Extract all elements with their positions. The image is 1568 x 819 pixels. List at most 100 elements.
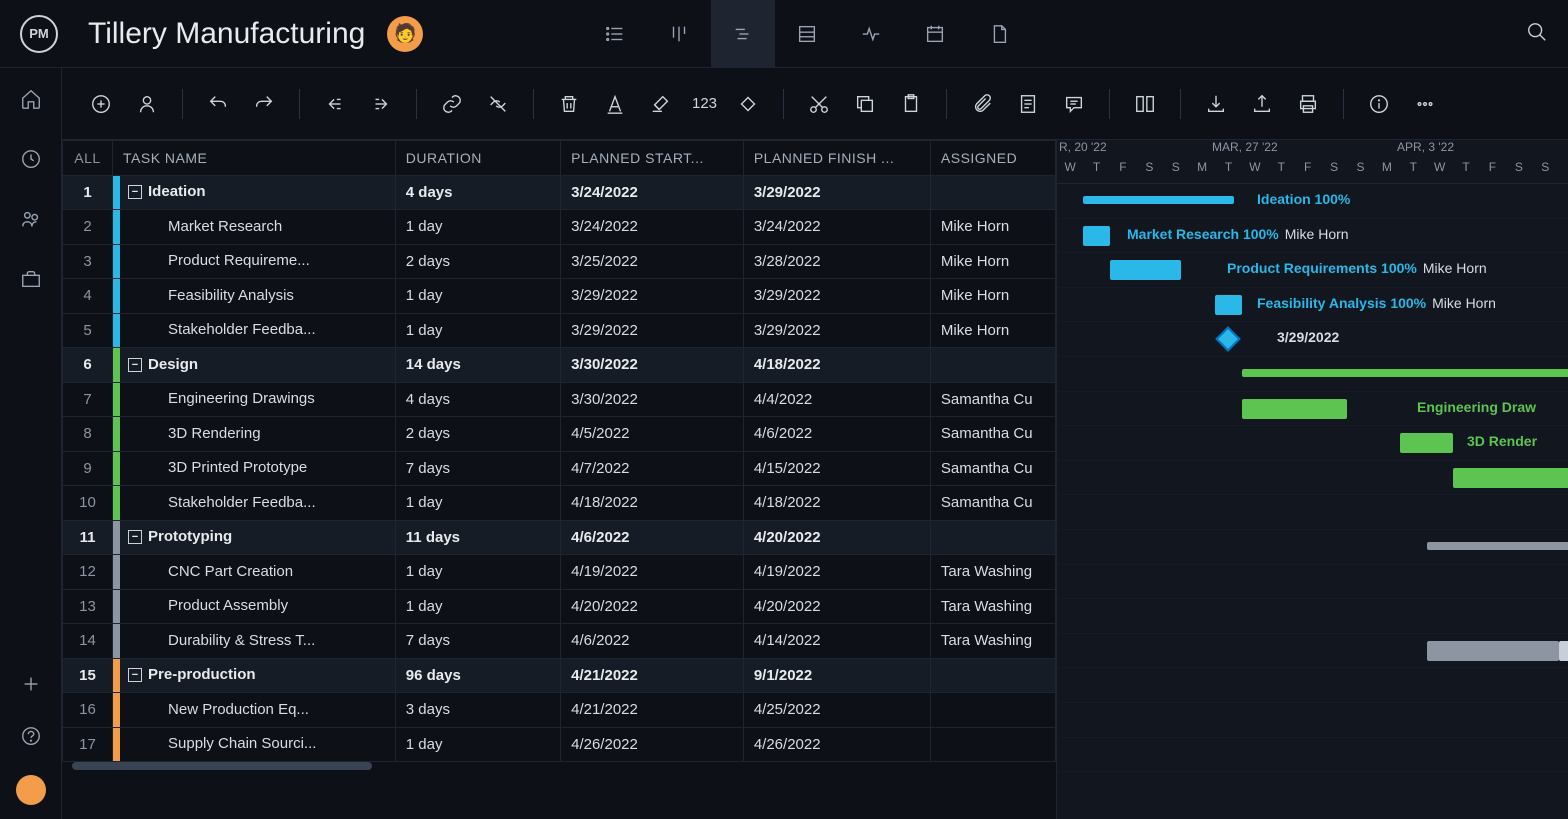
- finish-cell[interactable]: 3/29/2022: [743, 175, 930, 210]
- project-title[interactable]: Tillery Manufacturing: [88, 17, 365, 51]
- finish-cell[interactable]: 4/4/2022: [743, 382, 930, 417]
- duration-cell[interactable]: 1 day: [395, 210, 560, 245]
- assigned-cell[interactable]: [930, 727, 1055, 762]
- finish-cell[interactable]: 4/15/2022: [743, 451, 930, 486]
- task-row[interactable]: 7 Engineering Drawings 4 days 3/30/2022 …: [63, 382, 1056, 417]
- task-row[interactable]: 4 Feasibility Analysis 1 day 3/29/2022 3…: [63, 279, 1056, 314]
- task-name-cell[interactable]: Supply Chain Sourci...: [113, 727, 396, 762]
- assigned-cell[interactable]: Mike Horn: [930, 279, 1055, 314]
- start-cell[interactable]: 3/29/2022: [561, 313, 744, 348]
- start-cell[interactable]: 4/21/2022: [561, 658, 744, 693]
- assigned-cell[interactable]: Mike Horn: [930, 313, 1055, 348]
- add-icon[interactable]: [18, 671, 44, 697]
- duration-cell[interactable]: 1 day: [395, 727, 560, 762]
- col-all[interactable]: ALL: [63, 141, 113, 176]
- task-row[interactable]: 13 Product Assembly 1 day 4/20/2022 4/20…: [63, 589, 1056, 624]
- assigned-cell[interactable]: Tara Washing: [930, 555, 1055, 590]
- collapse-icon[interactable]: −: [128, 530, 142, 544]
- import-button[interactable]: [1201, 89, 1231, 119]
- assigned-cell[interactable]: [930, 175, 1055, 210]
- task-grid[interactable]: ALL TASK NAME DURATION PLANNED START... …: [62, 140, 1057, 819]
- duration-cell[interactable]: 2 days: [395, 244, 560, 279]
- duration-cell[interactable]: 1 day: [395, 555, 560, 590]
- start-cell[interactable]: 4/21/2022: [561, 693, 744, 728]
- info-button[interactable]: [1364, 89, 1394, 119]
- gantt-bar[interactable]: [1110, 260, 1181, 280]
- start-cell[interactable]: 4/19/2022: [561, 555, 744, 590]
- start-cell[interactable]: 4/18/2022: [561, 486, 744, 521]
- duration-cell[interactable]: 1 day: [395, 313, 560, 348]
- assigned-cell[interactable]: Tara Washing: [930, 624, 1055, 659]
- user-avatar[interactable]: [16, 775, 46, 805]
- assigned-cell[interactable]: [930, 658, 1055, 693]
- task-name-cell[interactable]: −Prototyping: [113, 520, 396, 555]
- view-pulse[interactable]: [839, 0, 903, 68]
- view-board[interactable]: [647, 0, 711, 68]
- text-style-button[interactable]: [600, 89, 630, 119]
- help-icon[interactable]: [18, 723, 44, 749]
- add-task-button[interactable]: [86, 89, 116, 119]
- task-name-cell[interactable]: CNC Part Creation: [113, 555, 396, 590]
- team-icon[interactable]: [18, 206, 44, 232]
- finish-cell[interactable]: 4/20/2022: [743, 520, 930, 555]
- undo-button[interactable]: [203, 89, 233, 119]
- task-row[interactable]: 12 CNC Part Creation 1 day 4/19/2022 4/1…: [63, 555, 1056, 590]
- duration-cell[interactable]: 11 days: [395, 520, 560, 555]
- start-cell[interactable]: 4/7/2022: [561, 451, 744, 486]
- paste-button[interactable]: [896, 89, 926, 119]
- task-name-cell[interactable]: Product Requireme...: [113, 244, 396, 279]
- gantt-bar[interactable]: [1453, 468, 1568, 488]
- assigned-cell[interactable]: Samantha Cu: [930, 417, 1055, 452]
- milestone-icon[interactable]: [1216, 327, 1241, 352]
- start-cell[interactable]: 3/30/2022: [561, 348, 744, 383]
- task-name-cell[interactable]: −Design: [113, 348, 396, 383]
- task-name-cell[interactable]: Stakeholder Feedba...: [113, 486, 396, 521]
- start-cell[interactable]: 4/20/2022: [561, 589, 744, 624]
- task-name-cell[interactable]: Market Research: [113, 210, 396, 245]
- view-gantt[interactable]: [711, 0, 775, 68]
- finish-cell[interactable]: 9/1/2022: [743, 658, 930, 693]
- task-row[interactable]: 6 −Design 14 days 3/30/2022 4/18/2022: [63, 348, 1056, 383]
- finish-cell[interactable]: 4/18/2022: [743, 486, 930, 521]
- gantt-bar[interactable]: [1400, 433, 1453, 453]
- view-calendar[interactable]: [903, 0, 967, 68]
- indent-button[interactable]: [366, 89, 396, 119]
- task-row[interactable]: 9 3D Printed Prototype 7 days 4/7/2022 4…: [63, 451, 1056, 486]
- start-cell[interactable]: 3/24/2022: [561, 210, 744, 245]
- duration-cell[interactable]: 4 days: [395, 382, 560, 417]
- collapse-icon[interactable]: −: [128, 358, 142, 372]
- finish-cell[interactable]: 3/29/2022: [743, 279, 930, 314]
- duration-cell[interactable]: 7 days: [395, 624, 560, 659]
- assigned-cell[interactable]: Samantha Cu: [930, 486, 1055, 521]
- start-cell[interactable]: 3/25/2022: [561, 244, 744, 279]
- start-cell[interactable]: 4/26/2022: [561, 727, 744, 762]
- duration-cell[interactable]: 7 days: [395, 451, 560, 486]
- more-button[interactable]: [1410, 89, 1440, 119]
- assign-button[interactable]: [132, 89, 162, 119]
- task-row[interactable]: 1 −Ideation 4 days 3/24/2022 3/29/2022: [63, 175, 1056, 210]
- task-row[interactable]: 5 Stakeholder Feedba... 1 day 3/29/2022 …: [63, 313, 1056, 348]
- col-duration[interactable]: DURATION: [395, 141, 560, 176]
- assigned-cell[interactable]: [930, 693, 1055, 728]
- view-file[interactable]: [967, 0, 1031, 68]
- finish-cell[interactable]: 4/20/2022: [743, 589, 930, 624]
- search-icon[interactable]: [1526, 21, 1548, 47]
- start-cell[interactable]: 4/5/2022: [561, 417, 744, 452]
- export-button[interactable]: [1247, 89, 1277, 119]
- gantt-bar[interactable]: [1083, 196, 1233, 204]
- gantt-bar[interactable]: [1242, 399, 1348, 419]
- unlink-button[interactable]: [483, 89, 513, 119]
- col-start[interactable]: PLANNED START...: [561, 141, 744, 176]
- start-cell[interactable]: 3/30/2022: [561, 382, 744, 417]
- task-name-cell[interactable]: Durability & Stress T...: [113, 624, 396, 659]
- start-cell[interactable]: 4/6/2022: [561, 520, 744, 555]
- link-button[interactable]: [437, 89, 467, 119]
- assigned-cell[interactable]: [930, 520, 1055, 555]
- task-name-cell[interactable]: New Production Eq...: [113, 693, 396, 728]
- collapse-icon[interactable]: −: [128, 668, 142, 682]
- print-button[interactable]: [1293, 89, 1323, 119]
- task-row[interactable]: 2 Market Research 1 day 3/24/2022 3/24/2…: [63, 210, 1056, 245]
- duration-cell[interactable]: 14 days: [395, 348, 560, 383]
- duration-cell[interactable]: 1 day: [395, 279, 560, 314]
- gantt-bar[interactable]: [1427, 542, 1568, 550]
